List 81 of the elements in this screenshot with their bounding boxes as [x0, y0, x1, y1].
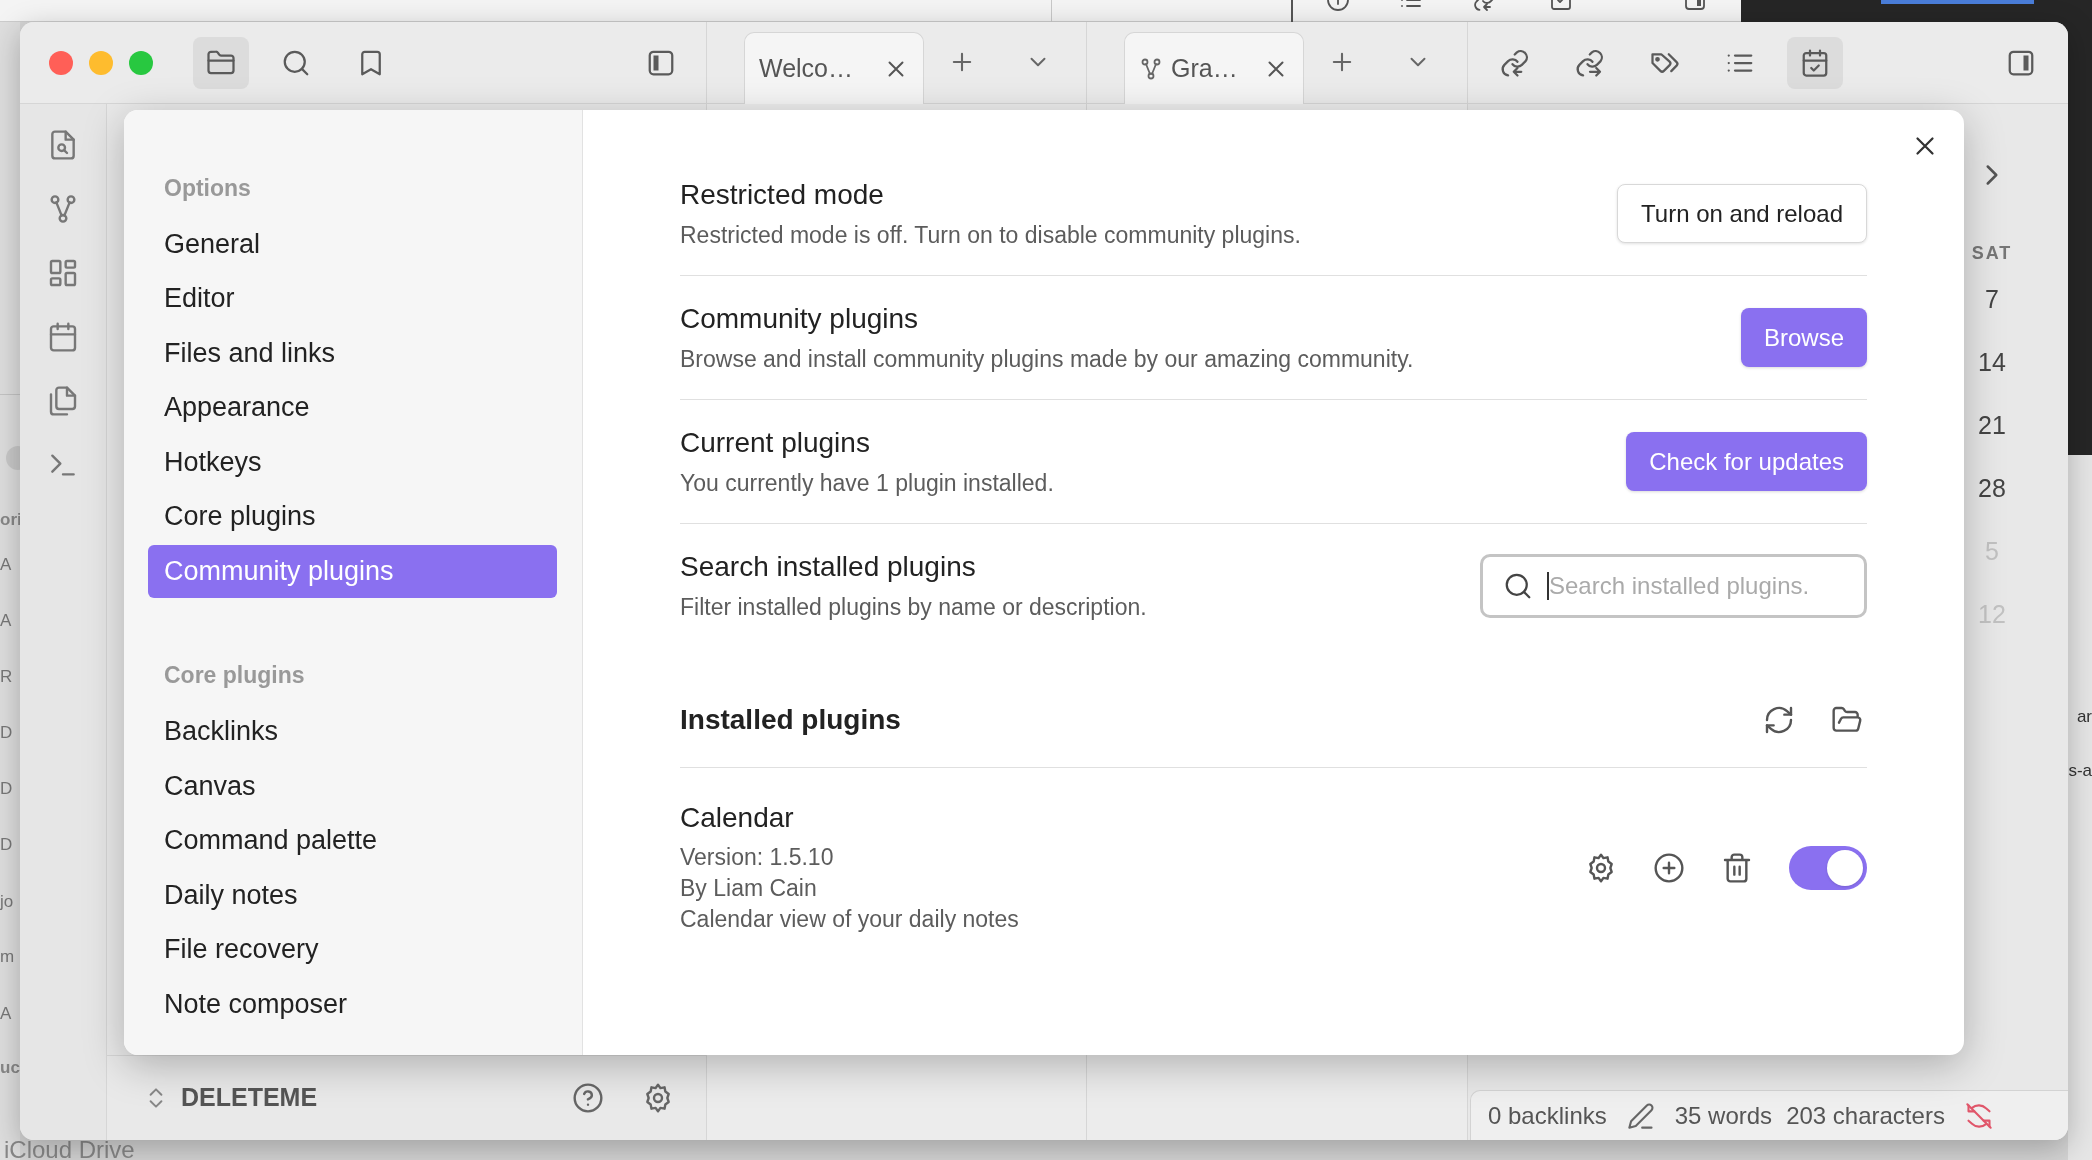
action-button[interactable]: Browse	[1740, 308, 1867, 367]
fragment-text: D	[0, 836, 13, 853]
setting-description: You currently have 1 plugin installed.	[680, 468, 1054, 498]
setting-name: Search installed plugins	[680, 550, 977, 584]
plus-circle-icon	[1653, 851, 1685, 884]
fragment-text: m	[0, 948, 15, 965]
setting-description: Restricted mode is off. Turn on to disable community plugins.	[680, 220, 1301, 250]
calendar-icon	[1800, 47, 1830, 78]
search-field[interactable]: Search installed plugins.	[1480, 554, 1867, 618]
plugin-detail: Version: 1.5.10	[680, 843, 835, 872]
calendar-day[interactable]: 21	[1978, 394, 2006, 457]
settings-nav-item[interactable]: File recovery	[148, 923, 557, 976]
settings-nav-item[interactable]: General	[148, 217, 557, 271]
tab[interactable]: Gra…	[1124, 32, 1304, 104]
folder-button[interactable]	[193, 36, 249, 89]
weekday-label: SAT	[1971, 242, 2013, 265]
setting-description: Filter installed plugins by name or description.	[680, 593, 1147, 622]
settings-nav-item[interactable]: Appearance	[148, 381, 557, 434]
tab[interactable]: Welco…	[744, 32, 924, 104]
uninstall-button[interactable]	[1721, 851, 1753, 884]
settings-nav-item[interactable]: Files and links	[148, 326, 557, 380]
files-icon	[47, 385, 79, 417]
plugin-detail: By Liam Cain	[680, 874, 818, 903]
settings-nav-item[interactable]: Core plugins	[148, 490, 557, 543]
settings-nav-item[interactable]: Backlinks	[148, 705, 557, 758]
calendar-button[interactable]	[1787, 36, 1843, 89]
fragment-text: iCloud Drive	[4, 1140, 135, 1160]
fragment-text: D	[0, 724, 13, 741]
settings-nav-item[interactable]: Community plugins	[148, 544, 557, 598]
search-icon	[1503, 571, 1533, 601]
section-heading: Installed plugins	[680, 702, 901, 737]
fragment-text: A	[0, 1005, 12, 1022]
help-button[interactable]	[572, 1082, 604, 1114]
settings-nav-item[interactable]: Command palette	[148, 814, 557, 867]
calendar-icon	[47, 321, 79, 353]
vault-name[interactable]: DELETEME	[181, 1079, 318, 1117]
pencil-icon	[1626, 1101, 1655, 1130]
setting-name: Community plugins	[680, 301, 920, 336]
tab-title: Gra…	[1171, 52, 1238, 84]
tab-title: Welco…	[759, 52, 853, 84]
hotkeys-button[interactable]	[1653, 851, 1685, 884]
fragment-text: jo	[0, 893, 14, 910]
settings-nav-item[interactable]: Canvas	[148, 759, 557, 813]
fragment-text: s-a	[2068, 762, 2092, 779]
fragment-text: A	[0, 612, 12, 629]
calendar-day[interactable]: 14	[1978, 331, 2006, 394]
plugin-toggle[interactable]	[1789, 845, 1867, 890]
settings-nav-item[interactable]: Note composer	[148, 977, 557, 1031]
fragment-text: uc	[0, 1059, 20, 1076]
plugin-name: Calendar	[680, 801, 795, 835]
setting-description: Browse and install community plugins made by our amazing community.	[680, 344, 1414, 374]
plugin-detail: Calendar view of your daily notes	[680, 905, 1019, 934]
section-heading: Core plugins	[163, 661, 306, 691]
trash-icon	[1721, 851, 1753, 884]
settings-nav-item[interactable]: Hotkeys	[148, 435, 557, 489]
help-icon	[572, 1082, 604, 1114]
action-button[interactable]: Check for updates	[1626, 432, 1867, 491]
outgoing-links-icon	[1575, 47, 1605, 78]
sync-off-icon	[1964, 1101, 1993, 1130]
fragment-text: D	[0, 780, 13, 797]
character-count: 203 characters	[1786, 1100, 1945, 1131]
section-heading: Options	[163, 173, 252, 203]
fragment-text: R	[0, 668, 13, 685]
setting-name: Current plugins	[680, 425, 871, 460]
backlinks-count[interactable]: 0 backlinks	[1488, 1097, 1607, 1134]
fragment-text: ar	[2076, 708, 2092, 725]
setting-name: Restricted mode	[680, 177, 885, 212]
close-window-button[interactable]	[49, 50, 73, 75]
turn-on-button[interactable]: Turn on and reload	[1617, 184, 1867, 243]
calendar-day[interactable]: 7	[1985, 268, 1999, 331]
graph-icon	[1139, 56, 1163, 81]
fragment-text: ori	[0, 511, 20, 528]
word-count: 35 words	[1674, 1100, 1773, 1131]
fragment-text: A	[0, 556, 12, 573]
search-input: Search installed plugins.	[1549, 568, 1864, 604]
text-cursor	[1547, 572, 1549, 600]
settings-nav-item[interactable]: Editor	[148, 272, 557, 325]
backlinks-icon	[1500, 47, 1530, 78]
calendar-day[interactable]: 28	[1978, 457, 2006, 520]
grid-icon	[47, 257, 79, 289]
settings-nav-item[interactable]: Daily notes	[148, 868, 557, 922]
